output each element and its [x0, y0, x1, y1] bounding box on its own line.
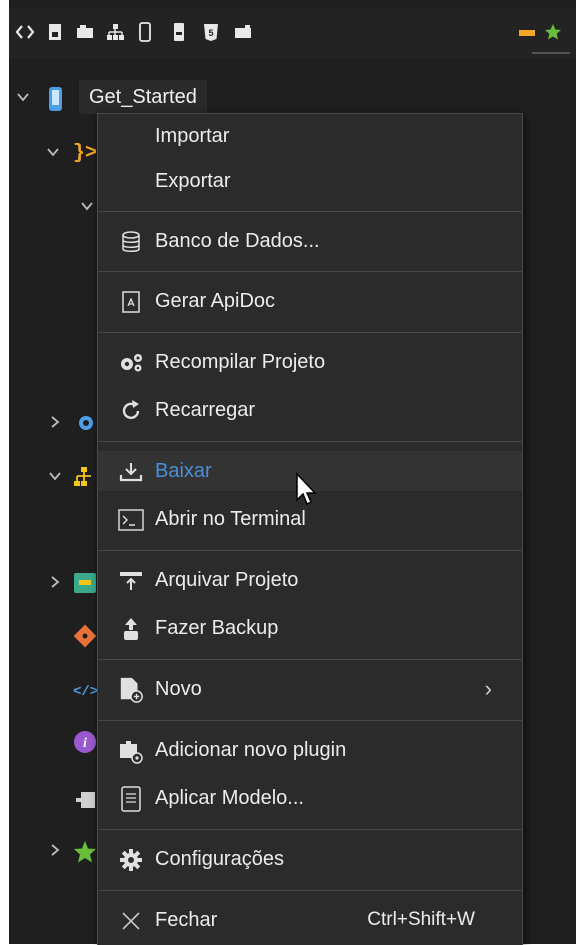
- toolbar: 5: [9, 8, 576, 58]
- menu-item-label: Importar: [155, 125, 230, 147]
- menu-separator: [98, 720, 522, 721]
- menu-item-adicionar-novo-plugin[interactable]: Adicionar novo plugin: [98, 730, 522, 770]
- svg-text:</>: </>: [73, 684, 98, 700]
- menu-item-label: Baixar: [155, 460, 212, 482]
- menu-item-importar[interactable]: Importar: [98, 116, 522, 156]
- template-icon: [118, 786, 144, 812]
- menu-item-label: Adicionar novo plugin: [155, 739, 347, 761]
- code-icon[interactable]: [15, 22, 35, 42]
- svg-text:i: i: [83, 736, 87, 751]
- tab-underline: [532, 52, 570, 54]
- new-file-icon: [118, 677, 144, 703]
- menu-item-label: Aplicar Modelo...: [155, 787, 304, 809]
- menu-item-recarregar[interactable]: Recarregar: [98, 390, 522, 430]
- menu-item-exportar[interactable]: Exportar: [98, 161, 522, 201]
- mouse-cursor-icon: [295, 472, 319, 508]
- menu-item-configuracoes[interactable]: Configurações: [98, 839, 522, 879]
- menu-separator: [98, 271, 522, 272]
- menu-separator: [98, 659, 522, 660]
- menu-item-label: Abrir no Terminal: [155, 508, 306, 530]
- menu-item-fazer-backup[interactable]: Fazer Backup: [98, 608, 522, 648]
- backup-icon: [118, 618, 144, 640]
- star-icon[interactable]: [543, 22, 563, 42]
- sitemap-icon[interactable]: [105, 22, 125, 42]
- submenu-arrow-icon: ›: [484, 676, 492, 701]
- menu-separator: [98, 890, 522, 891]
- chevron-right-icon[interactable]: [47, 842, 63, 864]
- menu-item-label: Fazer Backup: [155, 617, 279, 639]
- package-icon[interactable]: [233, 22, 253, 42]
- html5-icon[interactable]: 5: [201, 22, 221, 42]
- star-icon: [73, 840, 96, 863]
- menu-item-fechar[interactable]: Fechar Ctrl+Shift+W: [98, 900, 522, 940]
- gear-icon: [118, 849, 144, 871]
- svg-text:}>: }>: [73, 142, 97, 162]
- code-icon: </>: [73, 680, 98, 702]
- menu-item-gerar-apidoc[interactable]: Gerar ApiDoc: [98, 281, 522, 321]
- shortcut-label: Ctrl+Shift+W: [367, 909, 475, 930]
- menu-item-label: Banco de Dados...: [155, 230, 320, 252]
- menu-separator: [98, 550, 522, 551]
- menu-separator: [98, 441, 522, 442]
- chevron-down-icon[interactable]: [47, 468, 63, 490]
- minimize-icon[interactable]: [517, 22, 537, 42]
- menu-item-label: Exportar: [155, 170, 231, 192]
- document-icon[interactable]: [45, 22, 65, 42]
- database-icon: [118, 231, 144, 253]
- git-icon: [73, 624, 97, 648]
- menu-item-aplicar-modelo[interactable]: Aplicar Modelo...: [98, 778, 522, 818]
- sitemap-icon: [73, 466, 93, 488]
- plugin-icon: [73, 786, 95, 808]
- menu-item-arquivar-projeto[interactable]: Arquivar Projeto: [98, 560, 522, 600]
- gear-icon: [75, 412, 95, 434]
- chevron-down-icon[interactable]: [45, 144, 61, 166]
- info-icon: i: [73, 730, 96, 753]
- menu-item-novo[interactable]: Novo ›: [98, 669, 522, 709]
- apidoc-icon: [118, 291, 144, 313]
- menu-item-label: Gerar ApiDoc: [155, 290, 276, 312]
- close-icon: [118, 910, 144, 932]
- module-icon: [73, 572, 96, 594]
- plugin-icon: [118, 740, 144, 764]
- chevron-down-icon[interactable]: [15, 89, 31, 111]
- download-icon: [118, 461, 144, 483]
- gears-icon: [118, 352, 144, 374]
- svg-text:5: 5: [208, 28, 213, 38]
- menu-separator: [98, 211, 522, 212]
- braces-icon: }>: [73, 140, 97, 165]
- menu-item-label: Arquivar Projeto: [155, 569, 299, 591]
- menu-item-recompilar-projeto[interactable]: Recompilar Projeto: [98, 342, 522, 382]
- database-icon[interactable]: [75, 22, 95, 42]
- menu-item-label: Recarregar: [155, 399, 256, 421]
- menu-separator: [98, 829, 522, 830]
- mobile-icon[interactable]: [135, 22, 155, 42]
- chevron-right-icon[interactable]: [47, 414, 63, 436]
- tree-root-label[interactable]: Get_Started: [79, 80, 207, 114]
- menu-item-label: Recompilar Projeto: [155, 351, 326, 373]
- chevron-down-icon[interactable]: [79, 198, 95, 220]
- menu-separator: [98, 332, 522, 333]
- terminal-icon: [118, 509, 144, 531]
- reload-icon: [118, 400, 144, 422]
- menu-item-label: Novo: [155, 678, 202, 700]
- archive-icon: [118, 570, 144, 592]
- mobile-icon: [46, 86, 66, 111]
- menu-item-banco-de-dados[interactable]: Banco de Dados...: [98, 221, 522, 261]
- chevron-right-icon[interactable]: [47, 574, 63, 596]
- context-menu: Importar Exportar Banco de Dados... Gera…: [97, 113, 523, 945]
- menu-item-label: Fechar: [155, 909, 218, 931]
- server-icon[interactable]: [169, 22, 189, 42]
- menu-item-label: Configurações: [155, 848, 284, 870]
